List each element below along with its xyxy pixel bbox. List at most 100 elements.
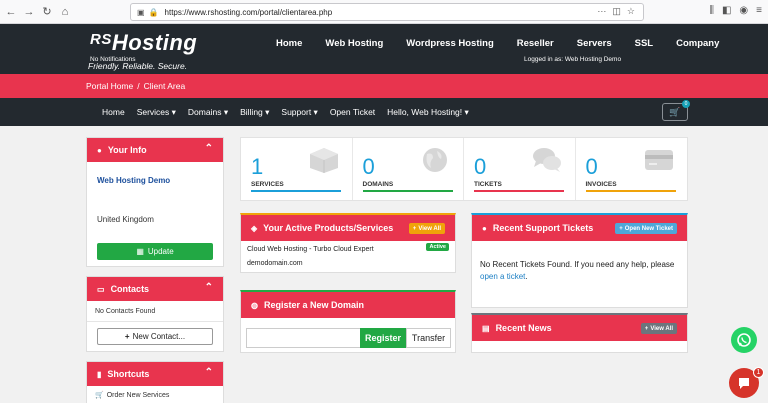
product-domain[interactable]: demodomain.com (247, 260, 303, 267)
invoices-bar (585, 190, 676, 192)
main-nav-wordpress-hosting[interactable]: Wordpress Hosting (406, 38, 493, 49)
main-nav-company[interactable]: Company (676, 38, 719, 49)
plus-icon: + (412, 225, 417, 232)
update-button[interactable]: ▦ Update (97, 243, 213, 260)
notifications-link[interactable]: No Notifications (90, 56, 136, 63)
new-contact-button[interactable]: + New Contact... (97, 328, 213, 345)
url-bar[interactable]: ▣ 🔒 https://www.rshosting.com/portal/cli… (130, 3, 644, 21)
shortcuts-title: Shortcuts (107, 369, 150, 379)
contacts-title: Contacts (110, 284, 150, 294)
open-ticket-link[interactable]: open a ticket (480, 272, 525, 281)
breadcrumb-separator: / (137, 81, 140, 91)
order-new-services-link[interactable]: 🛒 Order New Services (95, 391, 169, 399)
account-country: United Kingdom (97, 215, 154, 224)
logo-rs: RS (90, 31, 112, 48)
account-name: Web Hosting Demo (97, 176, 171, 185)
library-icon[interactable]: ⫼ (709, 5, 714, 16)
chevron-up-icon[interactable]: ⌃ (205, 143, 213, 154)
cart-button[interactable]: 🛒 0 (662, 100, 690, 121)
chat-icon (739, 378, 749, 389)
tickets-label: TICKETS (474, 181, 502, 188)
client-nav-services[interactable]: Services ▾ (137, 107, 176, 118)
product-name[interactable]: Cloud Web Hosting - Turbo Cloud Expert (247, 246, 374, 253)
client-nav: Home Services ▾ Domains ▾ Billing ▾ Supp… (0, 98, 768, 126)
client-nav-account[interactable]: Hello, Web Hosting! ▾ (387, 107, 469, 118)
register-button[interactable]: Register (360, 328, 406, 348)
chevron-up-icon[interactable]: ⌃ (205, 282, 213, 293)
services-count: 1 (251, 154, 264, 179)
main-nav-servers[interactable]: Servers (577, 38, 612, 49)
cube-icon: ◈ (251, 223, 258, 233)
tickets-tile[interactable]: 0 TICKETS (464, 138, 576, 200)
main-nav-ssl[interactable]: SSL (635, 38, 653, 49)
invoices-label: INVOICES (585, 181, 617, 188)
logged-in-text: Logged in as: Web Hosting Demo (524, 56, 622, 63)
client-nav-domains[interactable]: Domains ▾ (188, 107, 228, 118)
shortcuts-header[interactable]: ▮ Shortcuts ⌃ (87, 362, 223, 386)
globe-icon: ◍ (251, 300, 258, 310)
stats-row: 1 SERVICES 0 DOMAINS 0 TICKETS 0 INVOICE… (240, 137, 688, 201)
update-label: Update (147, 247, 174, 256)
view-all-products-button[interactable]: + View All (408, 223, 445, 234)
main-nav-web-hosting[interactable]: Web Hosting (325, 38, 383, 49)
logo-name: Hosting (111, 30, 198, 55)
open-new-ticket-label: Open New Ticket (624, 225, 673, 232)
recent-news-panel: ▤ Recent News + View All (471, 313, 688, 353)
comments-icon (532, 148, 561, 172)
breadcrumb-home[interactable]: Portal Home (86, 81, 133, 91)
no-contacts-text: No Contacts Found (95, 308, 156, 315)
domain-search-input[interactable] (246, 328, 360, 348)
chevron-up-icon[interactable]: ⌃ (205, 367, 213, 378)
view-all-news-button[interactable]: + View All (640, 323, 677, 334)
domains-tile[interactable]: 0 DOMAINS (353, 138, 464, 200)
whatsapp-button[interactable] (731, 327, 757, 353)
client-nav-support[interactable]: Support ▾ (281, 107, 317, 118)
recent-tickets-panel: ● Recent Support Tickets + Open New Ticke… (471, 213, 688, 308)
main-nav-home[interactable]: Home (276, 38, 302, 49)
home-icon[interactable]: ⌂ (58, 5, 72, 19)
your-info-title: Your Info (107, 145, 147, 155)
newspaper-icon: ▤ (482, 323, 490, 333)
domains-count: 0 (362, 154, 375, 179)
breadcrumb: Portal Home / Client Area (0, 74, 768, 98)
pocket-icon[interactable]: ◫ (612, 6, 621, 17)
cart-icon: 🛒 (669, 106, 681, 117)
register-domain-header: ◍ Register a New Domain (241, 292, 455, 318)
new-contact-label: New Contact... (132, 332, 186, 341)
open-new-ticket-button[interactable]: + Open New Ticket (615, 223, 677, 234)
bookmark-star-icon[interactable]: ☆ (627, 6, 635, 17)
comments-icon: ● (482, 223, 487, 233)
shield-icon: ▣ (137, 7, 145, 17)
main-nav-reseller[interactable]: Reseller (517, 38, 554, 49)
credit-card-icon (645, 150, 673, 170)
your-info-header[interactable]: ● Your Info ⌃ (87, 138, 223, 162)
domains-label: DOMAINS (362, 181, 394, 188)
page-actions-icon[interactable]: ··· (597, 6, 606, 17)
client-nav-billing[interactable]: Billing ▾ (240, 107, 269, 118)
transfer-button[interactable]: Transfer (406, 328, 451, 348)
client-nav-home[interactable]: Home (102, 107, 125, 118)
recent-news-title: Recent News (495, 323, 552, 333)
invoices-tile[interactable]: 0 INVOICES (576, 138, 688, 200)
sidebar-icon[interactable]: ◧ (722, 5, 731, 16)
no-tickets-message: No Recent Tickets Found. If you need any… (480, 260, 675, 269)
forward-icon[interactable]: → (22, 5, 36, 19)
contacts-header[interactable]: ▭ Contacts ⌃ (87, 277, 223, 301)
shortcuts-panel: ▮ Shortcuts ⌃ 🛒 Order New Services (86, 361, 224, 403)
bookmark-icon: ▮ (97, 369, 102, 379)
view-all-products-label: View All (418, 225, 441, 232)
menu-icon[interactable]: ≡ (756, 5, 762, 16)
back-icon[interactable]: ← (4, 5, 18, 19)
reload-icon[interactable]: ↻ (40, 5, 54, 19)
active-products-header: ◈ Your Active Products/Services + View Al… (241, 215, 455, 241)
logo[interactable]: RSHosting (90, 30, 197, 56)
cube-icon (309, 148, 338, 173)
register-domain-panel: ◍ Register a New Domain Register Transfe… (240, 290, 456, 353)
view-all-news-label: View All (650, 325, 673, 332)
account-icon[interactable]: ◉ (739, 5, 748, 16)
status-strip: No Notifications Logged in as: Web Hosti… (0, 56, 768, 74)
client-nav-open-ticket[interactable]: Open Ticket (330, 107, 375, 118)
services-tile[interactable]: 1 SERVICES (241, 138, 353, 200)
plus-icon: + (619, 225, 623, 232)
contacts-panel: ▭ Contacts ⌃ No Contacts Found + New Con… (86, 276, 224, 352)
